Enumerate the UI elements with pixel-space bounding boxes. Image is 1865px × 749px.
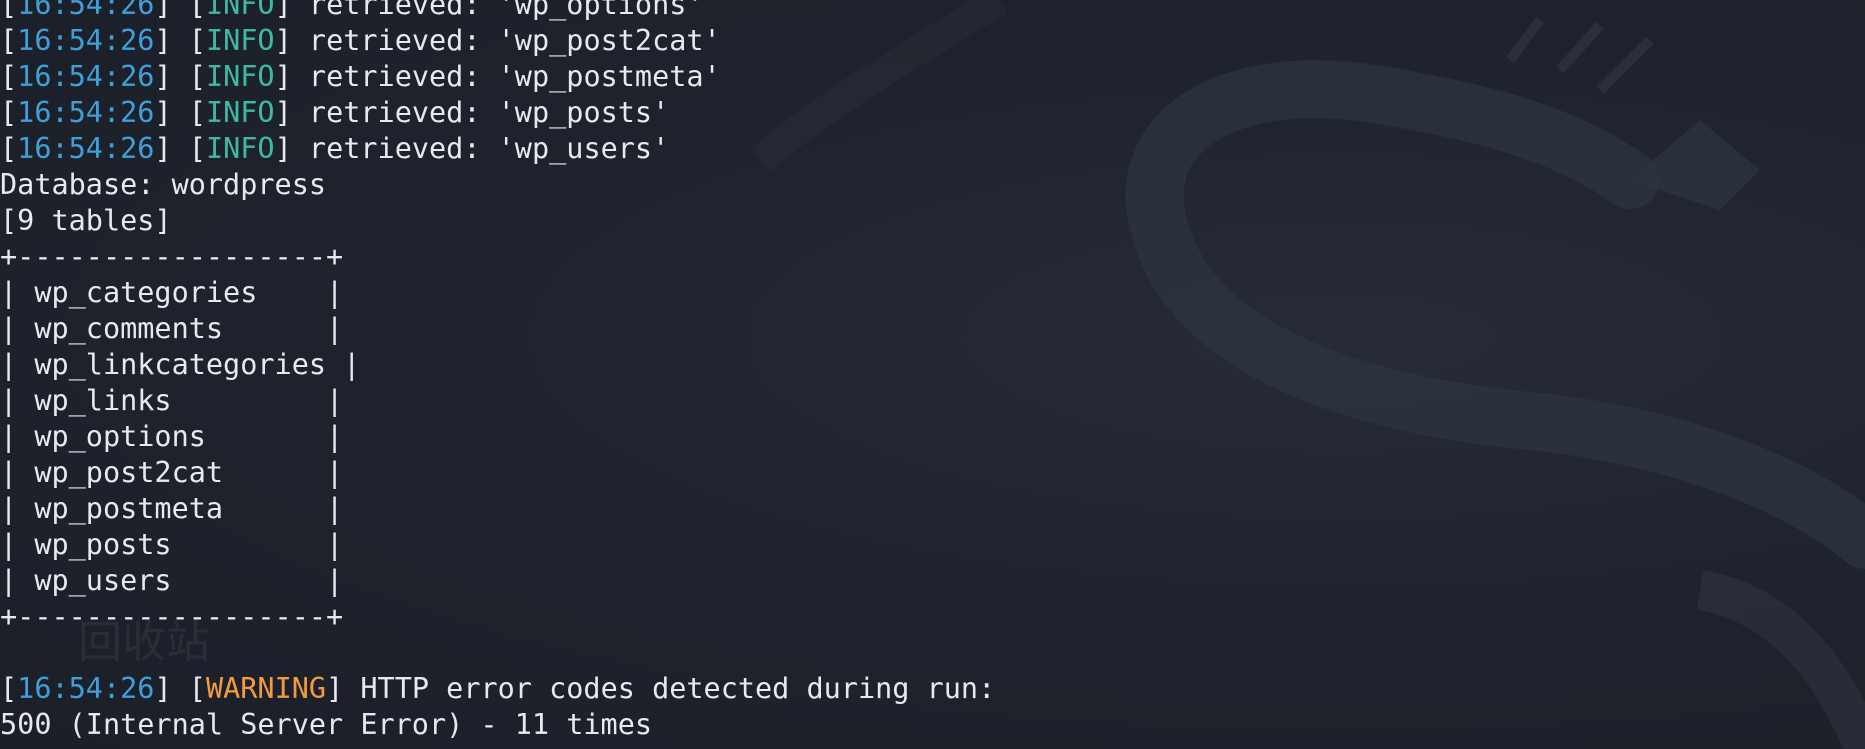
output-line: | wp_links | xyxy=(0,384,344,417)
bracket: ] [ xyxy=(154,0,206,21)
bracket: [ xyxy=(0,0,18,21)
output-line: | wp_users | xyxy=(0,564,344,597)
log-message: retrieved: 'wp_post2cat' xyxy=(291,24,721,57)
timestamp: 16:54:26 xyxy=(17,60,155,93)
output-line: | wp_postmeta | xyxy=(0,492,344,525)
output-line: | wp_categories | xyxy=(0,276,344,309)
log-line: [16:54:26] [INFO] retrieved: 'wp_post2ca… xyxy=(0,23,995,59)
log-line: [16:54:26] [WARNING] HTTP error codes de… xyxy=(0,671,995,707)
bracket: ] xyxy=(274,24,292,57)
log-line: [16:54:26] [INFO] retrieved: 'wp_postmet… xyxy=(0,59,995,95)
log-message: retrieved: 'wp_users' xyxy=(291,132,670,165)
output-line: | wp_posts | xyxy=(0,528,344,561)
timestamp: 16:54:26 xyxy=(17,672,155,705)
terminal-output: [16:54:26] [INFO] retrieved: 'wp_options… xyxy=(0,0,995,743)
log-message: HTTP error codes detected during run: xyxy=(343,672,996,705)
output-line: Database: wordpress xyxy=(0,168,327,201)
log-level: INFO xyxy=(205,0,275,21)
terminal-window[interactable]: 回收站 [16:54:26] [INFO] retrieved: 'wp_opt… xyxy=(0,0,1865,749)
bracket: ] xyxy=(274,96,292,129)
output-line: | wp_post2cat | xyxy=(0,456,344,489)
output-line: +------------------+ xyxy=(0,240,344,273)
output-line: | wp_comments | xyxy=(0,312,344,345)
bracket: [ xyxy=(0,132,18,165)
bracket: ] xyxy=(274,60,292,93)
log-message: retrieved: 'wp_options' xyxy=(291,0,704,21)
log-level: INFO xyxy=(205,132,275,165)
output-line: +------------------+ xyxy=(0,600,344,633)
output-line: [9 tables] xyxy=(0,204,172,237)
timestamp: 16:54:26 xyxy=(17,0,155,21)
bracket: ] xyxy=(274,132,292,165)
log-line: [16:54:26] [INFO] retrieved: 'wp_options… xyxy=(0,0,995,23)
bracket: ] [ xyxy=(154,24,206,57)
bracket: ] [ xyxy=(154,672,206,705)
log-line: [16:54:26] [INFO] retrieved: 'wp_posts' xyxy=(0,95,995,131)
log-message: retrieved: 'wp_postmeta' xyxy=(291,60,721,93)
bracket: ] [ xyxy=(154,132,206,165)
bracket: [ xyxy=(0,24,18,57)
log-level: INFO xyxy=(205,24,275,57)
log-level: WARNING xyxy=(205,672,327,705)
bracket: ] [ xyxy=(154,60,206,93)
output-line: 500 (Internal Server Error) - 11 times xyxy=(0,708,653,741)
log-level: INFO xyxy=(205,96,275,129)
timestamp: 16:54:26 xyxy=(17,132,155,165)
bracket: [ xyxy=(0,672,18,705)
log-message: retrieved: 'wp_posts' xyxy=(291,96,670,129)
bracket: [ xyxy=(0,60,18,93)
bracket: ] [ xyxy=(154,96,206,129)
log-level: INFO xyxy=(205,60,275,93)
log-line: [16:54:26] [INFO] retrieved: 'wp_users' xyxy=(0,131,995,167)
timestamp: 16:54:26 xyxy=(17,96,155,129)
output-line: | wp_linkcategories | xyxy=(0,348,361,381)
bracket: ] xyxy=(274,0,292,21)
output-line: | wp_options | xyxy=(0,420,344,453)
timestamp: 16:54:26 xyxy=(17,24,155,57)
bracket: ] xyxy=(326,672,344,705)
bracket: [ xyxy=(0,96,18,129)
